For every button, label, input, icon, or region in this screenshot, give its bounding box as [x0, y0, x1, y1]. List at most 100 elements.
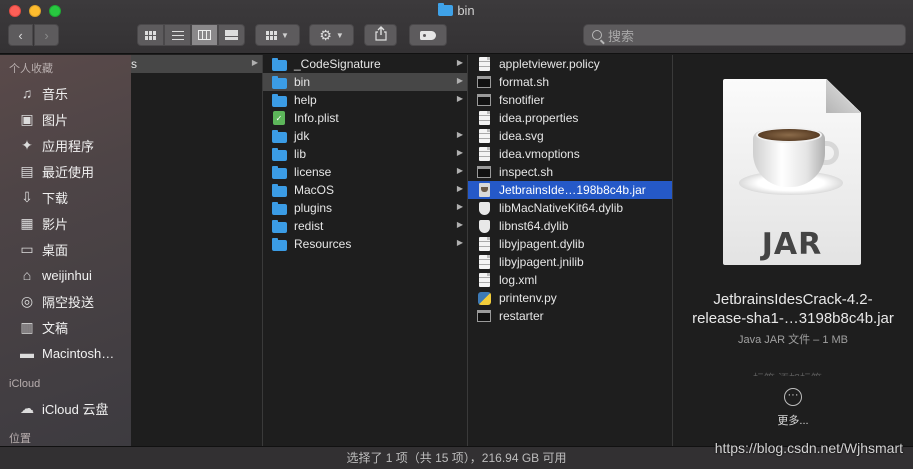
file-name: jdk	[294, 129, 310, 143]
more-icon[interactable]: ···	[784, 388, 802, 406]
group-by-button[interactable]: ▼	[255, 24, 300, 46]
file-row[interactable]: bin ▶	[263, 73, 467, 91]
sidebar-item[interactable]: ▦ 影片	[0, 210, 131, 236]
file-name: libyjpagent.dylib	[499, 237, 585, 251]
browser-column-bin[interactable]: appletviewer.policy format.sh fsnotifier id…	[468, 55, 673, 446]
file-row[interactable]: JetbrainsIde…198b8c4b.jar	[468, 181, 672, 199]
list-view-button[interactable]	[164, 24, 191, 46]
file-row[interactable]: MacOS ▶	[263, 181, 467, 199]
file-name: redist	[294, 219, 324, 233]
search-field[interactable]: 搜索	[583, 24, 906, 46]
file-row[interactable]: libyjpagent.dylib	[468, 235, 672, 253]
sidebar-item[interactable]: ⌂ weijinhui	[0, 262, 131, 288]
file-name: Info.plist	[294, 111, 339, 125]
file-row[interactable]: idea.vmoptions	[468, 145, 672, 163]
preview-tags-field[interactable]: 标签 添加标签…	[673, 368, 913, 376]
disclosure-arrow-icon: ▶	[456, 76, 463, 85]
sidebar-heading-favorites: 个人收藏	[9, 63, 53, 75]
file-row[interactable]: restarter	[468, 307, 672, 325]
browser-column-app-contents[interactable]: _CodeSignature ▶ bin ▶ help ▶ ✓ Info.plist jdk ▶ l…	[263, 55, 468, 446]
folder-icon	[271, 57, 287, 71]
tags-button[interactable]	[409, 24, 447, 46]
file-row[interactable]: s ▶	[131, 55, 262, 73]
file-name: libMacNativeKit64.dylib	[499, 201, 624, 215]
movie-icon: ▦	[20, 214, 34, 231]
desktop-icon: ▭	[20, 240, 34, 257]
sidebar-item[interactable]: ☁ iCloud 云盘	[0, 395, 131, 421]
document-icon	[476, 57, 492, 71]
browser-column-parent[interactable]: s ▶	[131, 55, 263, 446]
sidebar-item[interactable]: ✦ 应用程序	[0, 132, 131, 158]
sidebar-item-label: 桌面	[42, 242, 69, 258]
cloud-icon: ☁	[20, 399, 34, 416]
window-title: bin	[0, 3, 913, 18]
action-menu-button[interactable]: ⚙ ▼	[309, 24, 354, 46]
music-icon: ♫	[21, 85, 33, 101]
file-row[interactable]: redist ▶	[263, 217, 467, 235]
folder-icon	[271, 75, 287, 89]
file-row[interactable]: idea.svg	[468, 127, 672, 145]
folder-icon	[271, 201, 287, 215]
file-row[interactable]: plugins ▶	[263, 199, 467, 217]
file-row[interactable]: fsnotifier	[468, 91, 672, 109]
file-row[interactable]: libMacNativeKit64.dylib	[468, 199, 672, 217]
download-icon: ⇩	[21, 188, 33, 205]
file-row[interactable]: inspect.sh	[468, 163, 672, 181]
jar-icon	[476, 183, 492, 197]
file-row[interactable]: help ▶	[263, 91, 467, 109]
file-row[interactable]: ✓ Info.plist	[263, 109, 467, 127]
sidebar-item[interactable]: ▬ Macintosh…	[0, 340, 131, 366]
file-row[interactable]: idea.properties	[468, 109, 672, 127]
sidebar-item[interactable]: ▤ 最近使用	[0, 158, 131, 184]
preview-file-name: JetbrainsIdesCrack-4.2- release-sha1-…31…	[673, 290, 913, 328]
folder-icon	[271, 93, 287, 107]
file-name: s	[131, 57, 137, 71]
grid-icon	[266, 30, 278, 40]
column-view-button[interactable]	[191, 24, 218, 46]
sidebar-item[interactable]: ◎ 隔空投送	[0, 288, 131, 314]
preview-file-meta: Java JAR 文件 – 1 MB	[737, 334, 849, 346]
share-icon	[374, 26, 387, 44]
terminal-icon	[476, 93, 492, 107]
sidebar-item-label: 最近使用	[42, 164, 95, 180]
search-placeholder: 搜索	[608, 28, 635, 44]
file-row[interactable]: format.sh	[468, 73, 672, 91]
back-button[interactable]: ‹	[8, 24, 33, 46]
sidebar-heading-locations: 位置	[9, 433, 31, 445]
file-name: Resources	[294, 237, 352, 251]
disclosure-arrow-icon: ▶	[456, 202, 463, 211]
file-row[interactable]: lib ▶	[263, 145, 467, 163]
share-button[interactable]	[364, 24, 397, 46]
more-button-label[interactable]: 更多...	[673, 412, 913, 428]
file-name: help	[294, 93, 317, 107]
sidebar-item[interactable]: ▣ 图片	[0, 106, 131, 132]
disclosure-arrow-icon: ▶	[251, 58, 258, 67]
documents-icon: ▥	[20, 318, 34, 335]
file-row[interactable]: jdk ▶	[263, 127, 467, 145]
file-row[interactable]: libyjpagent.jnilib	[468, 253, 672, 271]
disclosure-arrow-icon: ▶	[456, 148, 463, 157]
file-row[interactable]: libnst64.dylib	[468, 217, 672, 235]
icon-view-button[interactable]	[137, 24, 164, 46]
file-row[interactable]: Resources ▶	[263, 235, 467, 253]
sidebar-item[interactable]: ▭ 桌面	[0, 236, 131, 262]
sidebar-item[interactable]: ⇩ 下载	[0, 184, 131, 210]
file-row[interactable]: license ▶	[263, 163, 467, 181]
sidebar-item-label: 图片	[42, 112, 69, 128]
gallery-view-button[interactable]	[218, 24, 245, 46]
sidebar-item-label: 隔空投送	[42, 294, 95, 310]
file-row[interactable]: log.xml	[468, 271, 672, 289]
sidebar-item[interactable]: ▥ 文稿	[0, 314, 131, 340]
forward-button[interactable]: ›	[34, 24, 59, 46]
sidebar-item[interactable]: ♫ 音乐	[0, 80, 131, 106]
folder-icon	[271, 219, 287, 233]
file-row[interactable]: printenv.py	[468, 289, 672, 307]
file-name: _CodeSignature	[294, 57, 381, 71]
file-name: plugins	[294, 201, 333, 215]
folder-icon	[271, 183, 287, 197]
file-row[interactable]: appletviewer.policy	[468, 55, 672, 73]
file-row[interactable]: _CodeSignature ▶	[263, 55, 467, 73]
grid-icon	[145, 30, 156, 40]
chevron-left-icon: ‹	[18, 27, 23, 43]
camera-icon: ▣	[20, 110, 34, 127]
